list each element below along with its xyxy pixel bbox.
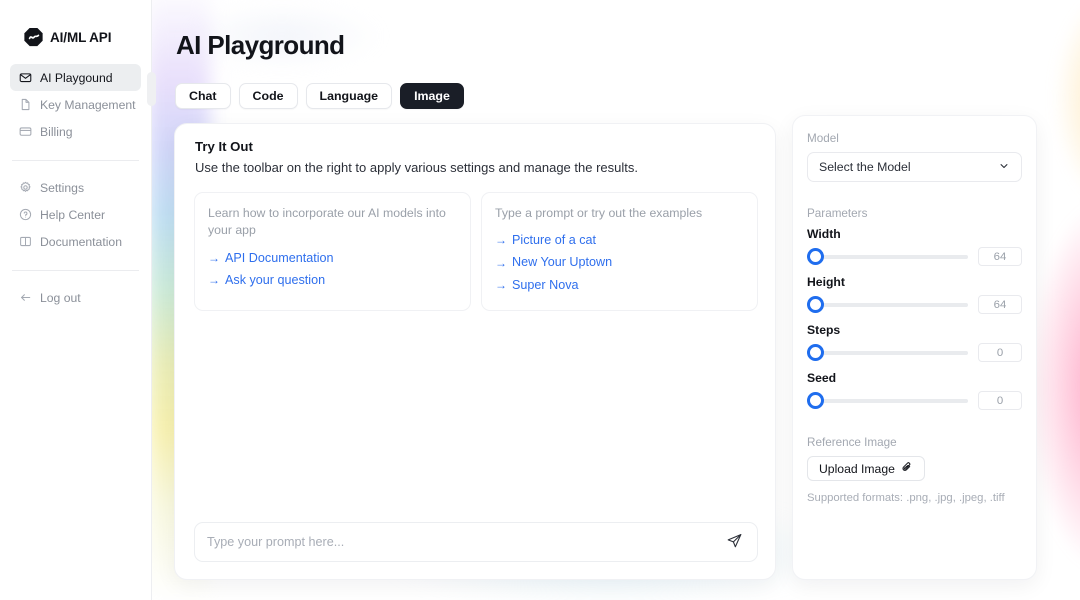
main-content: AI Playground Chat Code Language Image T…	[152, 0, 1080, 600]
slider-thumb[interactable]	[807, 248, 824, 265]
arrow-right-icon: →	[495, 233, 507, 248]
sidebar-item-ai-playground[interactable]: AI Playgound	[10, 64, 141, 91]
model-select[interactable]: Select the Model	[807, 152, 1022, 182]
question-circle-icon	[18, 208, 32, 222]
link-label: Super Nova	[512, 277, 579, 292]
tab-bar: Chat Code Language Image	[175, 83, 464, 109]
sidebar-item-label: Help Center	[40, 207, 106, 222]
link-label: API Documentation	[225, 250, 334, 265]
sidebar: AI/ML API AI Playgound Key Management Bi…	[0, 0, 152, 600]
chevron-down-icon	[998, 160, 1010, 175]
info-card-heading: Learn how to incorporate our AI models i…	[208, 206, 446, 238]
prompt-bar	[194, 522, 758, 562]
credit-card-icon	[18, 125, 32, 139]
page-title: AI Playground	[176, 30, 345, 60]
settings-panel: Model Select the Model Parameters Width …	[792, 115, 1037, 580]
supported-formats-note: Supported formats: .png, .jpg, .jpeg, .t…	[807, 492, 1005, 504]
book-icon	[18, 235, 32, 249]
slider-track	[807, 302, 968, 307]
send-button[interactable]	[723, 531, 745, 553]
sidebar-primary-nav: AI Playgound Key Management Billing	[10, 64, 141, 145]
slider-track	[807, 398, 968, 403]
sidebar-item-logout[interactable]: Log out	[10, 284, 141, 311]
brand-name: AI/ML API	[50, 29, 112, 45]
height-value[interactable]: 64	[978, 295, 1022, 314]
param-height: Height 64	[807, 275, 1022, 314]
steps-slider[interactable]	[807, 344, 968, 361]
link-ask-your-question[interactable]: → Ask your question	[208, 269, 457, 291]
sidebar-item-documentation[interactable]: Documentation	[10, 228, 141, 255]
param-label: Steps	[807, 323, 841, 337]
seed-value[interactable]: 0	[978, 391, 1022, 410]
sidebar-item-billing[interactable]: Billing	[10, 118, 141, 145]
wave-octagon-logo-icon	[24, 27, 43, 47]
arrow-right-icon: →	[208, 272, 220, 287]
parameters-label: Parameters	[807, 207, 868, 220]
sidebar-item-label: Settings	[40, 180, 85, 195]
brand-logo[interactable]: AI/ML API	[10, 0, 141, 54]
slider-thumb[interactable]	[807, 344, 824, 361]
slider-thumb[interactable]	[807, 392, 824, 409]
slider-thumb[interactable]	[807, 296, 824, 313]
sidebar-secondary-nav: Settings Help Center Documentation	[10, 174, 141, 255]
arrow-left-icon	[18, 291, 32, 305]
width-slider[interactable]	[807, 248, 968, 265]
prompt-input[interactable]	[207, 535, 723, 549]
try-it-out-subtitle: Use the toolbar on the right to apply va…	[195, 160, 638, 175]
info-card-heading: Type a prompt or try out the examples	[495, 206, 703, 220]
example-super-nova[interactable]: → Super Nova	[495, 274, 744, 296]
sidebar-item-settings[interactable]: Settings	[10, 174, 141, 201]
param-label: Seed	[807, 371, 837, 385]
example-picture-of-a-cat[interactable]: → Picture of a cat	[495, 229, 744, 251]
gear-icon	[18, 181, 32, 195]
link-label: New Your Uptown	[512, 255, 613, 270]
tab-code[interactable]: Code	[238, 83, 298, 109]
sidebar-divider-bottom	[12, 270, 139, 271]
slider-track	[807, 254, 968, 259]
sidebar-item-label: Log out	[40, 290, 81, 305]
arrow-right-icon: →	[495, 277, 507, 292]
link-label: Picture of a cat	[512, 233, 596, 248]
send-paper-plane-icon	[726, 532, 743, 552]
sidebar-item-label: AI Playgound	[40, 70, 113, 85]
tab-image[interactable]: Image	[400, 83, 464, 109]
link-label: Ask your question	[225, 272, 326, 287]
reference-image-label: Reference Image	[807, 436, 897, 449]
width-value[interactable]: 64	[978, 247, 1022, 266]
sidebar-item-label: Billing	[40, 124, 73, 139]
link-api-documentation[interactable]: → API Documentation	[208, 247, 457, 269]
steps-value[interactable]: 0	[978, 343, 1022, 362]
sidebar-item-label: Key Management	[40, 97, 136, 112]
file-icon	[18, 98, 32, 112]
upload-image-button[interactable]: Upload Image	[807, 456, 925, 481]
tab-chat[interactable]: Chat	[175, 83, 231, 109]
tab-language[interactable]: Language	[305, 83, 393, 109]
sidebar-collapse-handle[interactable]	[147, 72, 156, 106]
sidebar-item-key-management[interactable]: Key Management	[10, 91, 141, 118]
try-it-out-title: Try It Out	[195, 139, 253, 154]
arrow-right-icon: →	[495, 255, 507, 270]
slider-track	[807, 350, 968, 355]
seed-slider[interactable]	[807, 392, 968, 409]
paperclip-icon	[901, 461, 913, 476]
param-steps: Steps 0	[807, 323, 1022, 362]
height-slider[interactable]	[807, 296, 968, 313]
info-cards: Learn how to incorporate our AI models i…	[194, 192, 758, 311]
info-card-docs: Learn how to incorporate our AI models i…	[194, 192, 471, 311]
sidebar-item-label: Documentation	[40, 234, 122, 249]
upload-button-label: Upload Image	[819, 461, 895, 476]
param-label: Width	[807, 227, 841, 241]
sidebar-item-help-center[interactable]: Help Center	[10, 201, 141, 228]
try-it-out-card: Try It Out Use the toolbar on the right …	[174, 123, 776, 580]
envelope-icon	[18, 71, 32, 85]
model-label: Model	[807, 132, 839, 145]
model-select-value: Select the Model	[819, 160, 911, 174]
sidebar-divider-top	[12, 160, 139, 161]
param-seed: Seed 0	[807, 371, 1022, 410]
param-label: Height	[807, 275, 845, 289]
arrow-right-icon: →	[208, 250, 220, 265]
info-card-examples: Type a prompt or try out the examples → …	[481, 192, 758, 311]
example-new-your-uptown[interactable]: → New Your Uptown	[495, 251, 744, 273]
param-width: Width 64	[807, 227, 1022, 266]
